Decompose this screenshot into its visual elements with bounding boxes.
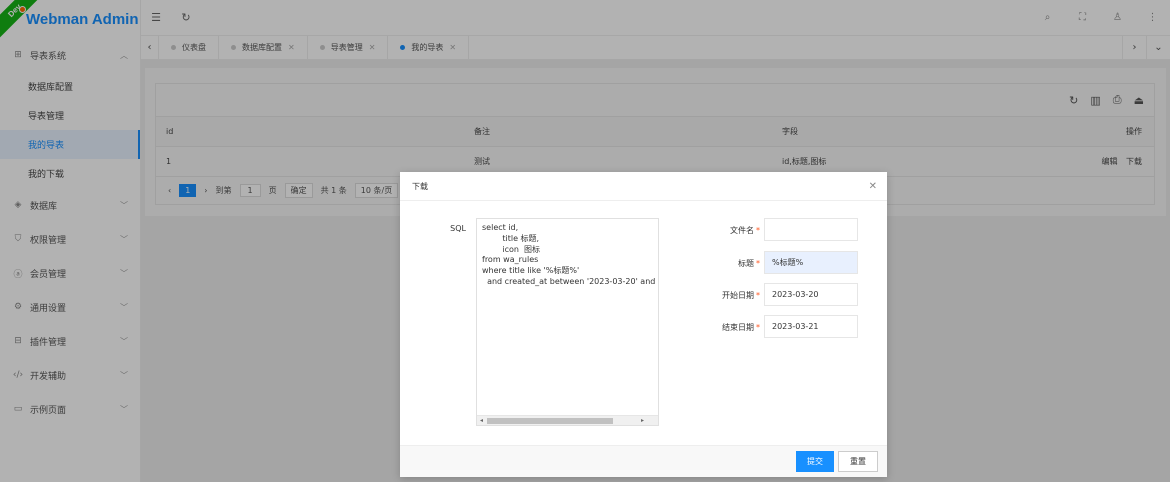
close-icon[interactable]: ✕	[869, 181, 877, 192]
download-dialog: 下载 ✕ SQL select id, title 标题, icon 图标 fr…	[400, 172, 887, 477]
submit-button[interactable]: 提交	[796, 451, 834, 472]
required-mark: *	[756, 323, 760, 332]
scrollbar-thumb[interactable]	[487, 418, 613, 424]
scroll-right-icon[interactable]: ▸	[641, 416, 644, 425]
dialog-header: 下载 ✕	[400, 172, 887, 201]
start-date-input[interactable]: 2023-03-20	[764, 283, 858, 306]
title-input[interactable]: %标题%	[764, 251, 858, 274]
dialog-body: SQL select id, title 标题, icon 图标 from wa…	[400, 201, 887, 445]
sql-text: select id, title 标题, icon 图标 from wa_rul…	[482, 223, 658, 286]
sql-label: SQL	[450, 224, 466, 233]
filename-label: 文件名 *	[730, 226, 760, 235]
end-date-label: 结束日期 *	[722, 323, 760, 332]
required-mark: *	[756, 259, 760, 268]
dialog-footer: 提交 重置	[400, 445, 887, 477]
title-label: 标题 *	[738, 259, 760, 268]
dialog-title: 下载	[412, 181, 428, 191]
sql-textarea[interactable]: select id, title 标题, icon 图标 from wa_rul…	[476, 218, 659, 426]
start-date-label: 开始日期 *	[722, 291, 760, 300]
filename-input[interactable]	[764, 218, 858, 241]
required-mark: *	[756, 226, 760, 235]
scroll-left-icon[interactable]: ◂	[480, 416, 483, 425]
reset-button[interactable]: 重置	[838, 451, 878, 472]
required-mark: *	[756, 291, 760, 300]
horizontal-scrollbar[interactable]: ◂ ▸	[477, 415, 658, 425]
end-date-input[interactable]: 2023-03-21	[764, 315, 858, 338]
